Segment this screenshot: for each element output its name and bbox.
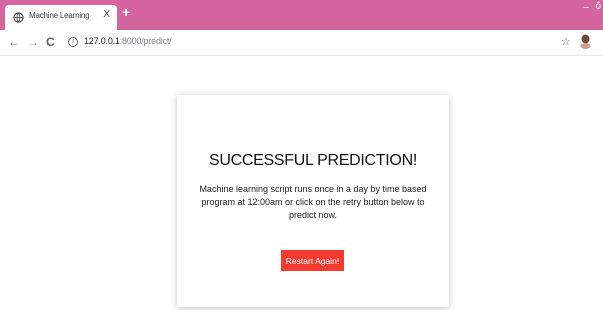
globe-icon — [13, 12, 24, 23]
url-host: 127.0.0.1 — [84, 36, 120, 46]
browser-tab[interactable]: Machine Learning X — [5, 5, 117, 30]
new-tab-button[interactable]: + — [122, 4, 130, 20]
back-button[interactable]: ← — [8, 35, 20, 49]
tab-close-icon[interactable]: X — [103, 9, 110, 20]
reload-button[interactable]: C — [46, 35, 55, 49]
restart-button[interactable]: Restart Again! — [281, 250, 344, 271]
page-title: SUCCESSFUL PREDICTION! — [209, 152, 417, 169]
info-message: Machine learning script runs once in a d… — [199, 184, 427, 220]
info-icon[interactable]: i — [68, 37, 78, 47]
url-path: :8000/predict/ — [119, 36, 172, 46]
profile-icon[interactable] — [580, 34, 591, 49]
window-restore-button[interactable]: ô — [595, 1, 601, 12]
bookmark-star-icon[interactable]: ☆ — [561, 35, 571, 48]
browser-toolbar: ← → C i 127.0.0.1:8000/predict/ ☆ — [0, 30, 603, 56]
prediction-card: SUCCESSFUL PREDICTION! Machine learning … — [177, 95, 449, 307]
browser-titlebar: Machine Learning X + – ô — [0, 0, 603, 30]
tab-title: Machine Learning — [29, 11, 90, 20]
address-bar[interactable]: 127.0.0.1:8000/predict/ — [84, 36, 172, 46]
window-minimize-button[interactable]: – — [583, 2, 589, 13]
forward-button[interactable]: → — [27, 35, 39, 49]
